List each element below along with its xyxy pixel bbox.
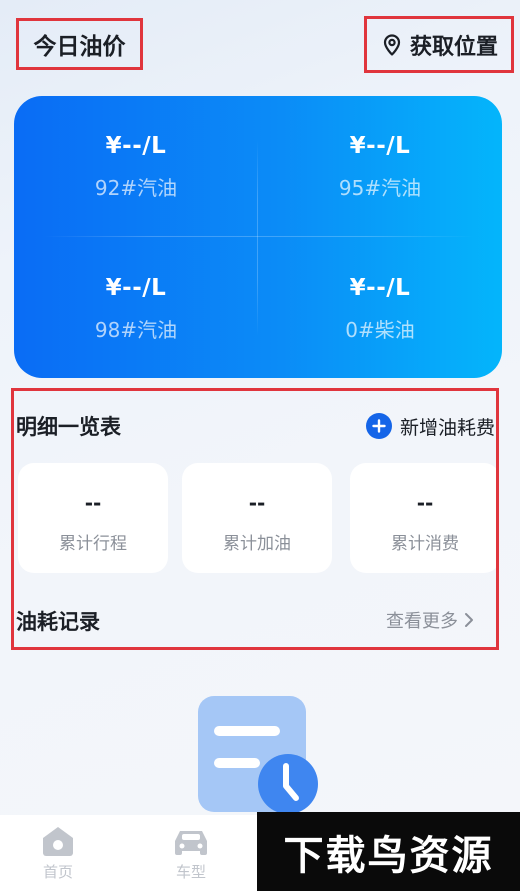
stat-card-total-refuel: -- 累计加油 (182, 463, 332, 573)
watermark-logo: 下载鸟资源 (257, 812, 520, 891)
page-title: 今日油价 (16, 18, 143, 70)
view-more-link[interactable]: 查看更多 (386, 607, 474, 633)
price-value: ¥--/L (349, 133, 411, 159)
price-value: ¥--/L (105, 133, 167, 159)
get-location-label: 获取位置 (409, 34, 498, 60)
fuel-records-title: 油耗记录 (16, 610, 100, 634)
get-location-button[interactable]: 获取位置 (364, 16, 514, 73)
price-value: ¥--/L (349, 275, 411, 301)
price-grid-horizontal-divider (44, 236, 474, 237)
detail-title: 明细一览表 (16, 415, 121, 439)
stat-label: 累计行程 (59, 534, 127, 554)
tab-home[interactable]: 首页 (23, 825, 93, 882)
detail-section: 明细一览表 新增油耗费 -- 累计行程 -- 累计加油 -- 累计消费 油耗记录… (11, 388, 499, 650)
view-more-label: 查看更多 (386, 611, 458, 632)
fuel-type-label: 0#柴油 (345, 318, 415, 342)
header: 今日油价 获取位置 (0, 0, 520, 90)
stat-value: -- (416, 491, 434, 515)
tab-label: 车型 (175, 863, 206, 881)
car-icon (175, 831, 207, 855)
empty-records-icon (198, 696, 318, 814)
fuel-type-label: 92#汽油 (94, 176, 178, 200)
stat-card-total-mileage: -- 累计行程 (18, 463, 168, 573)
chevron-right-icon (465, 613, 473, 627)
tab-car-model[interactable]: 车型 (156, 825, 226, 882)
price-cell-98[interactable]: ¥--/L 98#汽油 (14, 275, 258, 343)
plus-icon (366, 413, 392, 439)
add-fuel-cost-button[interactable]: 新增油耗费 (366, 410, 496, 442)
tab-label: 首页 (42, 863, 73, 881)
stat-card-total-spend: -- 累计消费 (350, 463, 496, 573)
stat-value: -- (84, 491, 102, 515)
location-pin-icon (383, 33, 401, 56)
fuel-type-label: 98#汽油 (94, 318, 178, 342)
price-cell-95[interactable]: ¥--/L 95#汽油 (258, 133, 502, 201)
add-fuel-cost-label: 新增油耗费 (400, 416, 496, 439)
price-cell-diesel[interactable]: ¥--/L 0#柴油 (258, 275, 502, 343)
fuel-type-label: 95#汽油 (338, 176, 422, 200)
home-icon (43, 827, 73, 856)
price-cell-92[interactable]: ¥--/L 92#汽油 (14, 133, 258, 201)
oil-price-card: ¥--/L 92#汽油 ¥--/L 95#汽油 ¥--/L 98#汽油 ¥--/… (14, 96, 502, 378)
stat-label: 累计加油 (223, 534, 291, 554)
price-value: ¥--/L (105, 275, 167, 301)
stat-value: -- (248, 491, 266, 515)
stat-label: 累计消费 (391, 534, 459, 554)
